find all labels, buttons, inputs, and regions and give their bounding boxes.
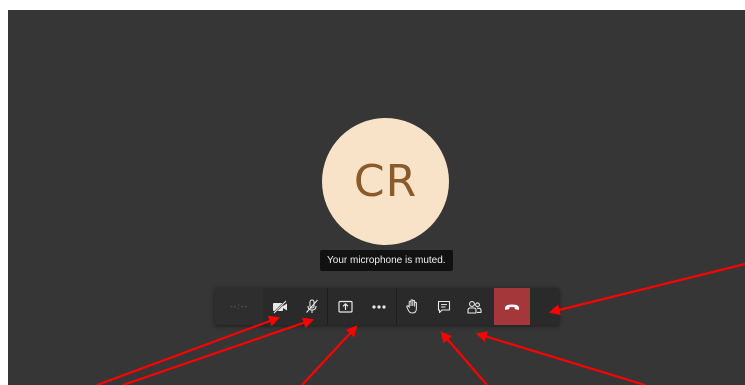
video-off-icon [272, 299, 287, 314]
share-screen-button[interactable] [328, 288, 362, 325]
show-participants-button[interactable] [459, 288, 490, 325]
mic-toggle-button[interactable] [296, 288, 327, 325]
hang-up-button[interactable] [494, 288, 530, 325]
avatar-initials: CR [353, 156, 418, 207]
participant-avatar: CR [322, 118, 449, 245]
people-icon [467, 300, 482, 314]
screenshot-canvas: CR Your microphone is muted. --:-- [0, 0, 745, 385]
hand-icon [406, 299, 417, 314]
chat-icon [437, 300, 450, 313]
share-tray-icon [337, 300, 353, 313]
call-controls-toolbar: --:-- [215, 288, 559, 325]
call-timer: --:-- [215, 288, 263, 325]
more-horizontal-icon [372, 304, 386, 309]
show-conversation-button[interactable] [428, 288, 459, 325]
mic-muted-tooltip: Your microphone is muted. [320, 250, 453, 271]
raise-hand-button[interactable] [397, 288, 428, 325]
camera-toggle-button[interactable] [263, 288, 296, 325]
mic-off-icon [305, 299, 318, 313]
phone-hangup-icon [505, 304, 519, 310]
more-actions-button[interactable] [362, 288, 396, 325]
